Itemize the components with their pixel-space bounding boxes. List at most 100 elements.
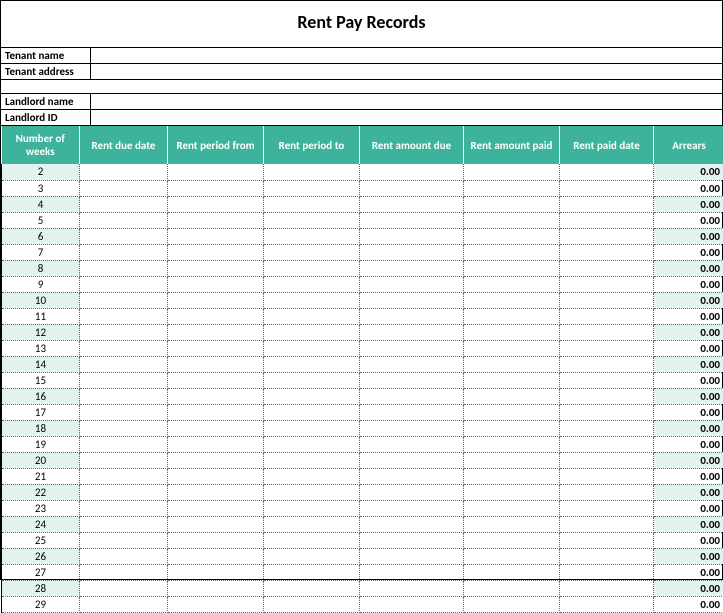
- cell-period-to[interactable]: [264, 276, 360, 292]
- cell-period-from[interactable]: [168, 436, 264, 452]
- cell-week[interactable]: 6: [2, 228, 80, 244]
- cell-due-date[interactable]: [80, 484, 168, 500]
- cell-amount-paid[interactable]: [464, 372, 560, 388]
- cell-period-to[interactable]: [264, 340, 360, 356]
- cell-amount-due[interactable]: [360, 212, 464, 228]
- cell-period-from[interactable]: [168, 564, 264, 580]
- cell-period-from[interactable]: [168, 452, 264, 468]
- cell-amount-due[interactable]: [360, 340, 464, 356]
- cell-arrears[interactable]: 0.00: [654, 372, 723, 388]
- cell-period-from[interactable]: [168, 292, 264, 308]
- cell-amount-due[interactable]: [360, 292, 464, 308]
- cell-period-to[interactable]: [264, 212, 360, 228]
- cell-amount-paid[interactable]: [464, 164, 560, 180]
- cell-amount-due[interactable]: [360, 180, 464, 196]
- cell-amount-due[interactable]: [360, 196, 464, 212]
- cell-due-date[interactable]: [80, 580, 168, 596]
- cell-week[interactable]: 4: [2, 196, 80, 212]
- cell-period-to[interactable]: [264, 164, 360, 180]
- cell-arrears[interactable]: 0.00: [654, 548, 723, 564]
- cell-due-date[interactable]: [80, 196, 168, 212]
- cell-paid-date[interactable]: [560, 468, 654, 484]
- cell-amount-paid[interactable]: [464, 244, 560, 260]
- cell-period-from[interactable]: [168, 260, 264, 276]
- cell-period-from[interactable]: [168, 532, 264, 548]
- cell-paid-date[interactable]: [560, 548, 654, 564]
- cell-arrears[interactable]: 0.00: [654, 580, 723, 596]
- cell-period-to[interactable]: [264, 244, 360, 260]
- cell-due-date[interactable]: [80, 228, 168, 244]
- cell-amount-due[interactable]: [360, 388, 464, 404]
- cell-period-to[interactable]: [264, 260, 360, 276]
- cell-period-to[interactable]: [264, 548, 360, 564]
- cell-due-date[interactable]: [80, 516, 168, 532]
- cell-amount-paid[interactable]: [464, 388, 560, 404]
- cell-week[interactable]: 23: [2, 500, 80, 516]
- cell-arrears[interactable]: 0.00: [654, 260, 723, 276]
- cell-paid-date[interactable]: [560, 196, 654, 212]
- cell-period-from[interactable]: [168, 164, 264, 180]
- cell-amount-paid[interactable]: [464, 484, 560, 500]
- cell-period-from[interactable]: [168, 500, 264, 516]
- cell-amount-paid[interactable]: [464, 292, 560, 308]
- cell-amount-due[interactable]: [360, 228, 464, 244]
- cell-period-from[interactable]: [168, 244, 264, 260]
- cell-amount-due[interactable]: [360, 164, 464, 180]
- cell-period-to[interactable]: [264, 196, 360, 212]
- cell-due-date[interactable]: [80, 276, 168, 292]
- cell-week[interactable]: 16: [2, 388, 80, 404]
- cell-paid-date[interactable]: [560, 308, 654, 324]
- cell-due-date[interactable]: [80, 564, 168, 580]
- cell-due-date[interactable]: [80, 308, 168, 324]
- cell-week[interactable]: 8: [2, 260, 80, 276]
- cell-due-date[interactable]: [80, 500, 168, 516]
- cell-paid-date[interactable]: [560, 212, 654, 228]
- cell-amount-paid[interactable]: [464, 500, 560, 516]
- cell-period-to[interactable]: [264, 356, 360, 372]
- cell-period-to[interactable]: [264, 372, 360, 388]
- landlord-name-value[interactable]: [91, 94, 722, 109]
- cell-amount-due[interactable]: [360, 452, 464, 468]
- cell-amount-due[interactable]: [360, 372, 464, 388]
- cell-due-date[interactable]: [80, 548, 168, 564]
- cell-arrears[interactable]: 0.00: [654, 388, 723, 404]
- cell-week[interactable]: 13: [2, 340, 80, 356]
- cell-paid-date[interactable]: [560, 244, 654, 260]
- cell-amount-paid[interactable]: [464, 452, 560, 468]
- cell-paid-date[interactable]: [560, 324, 654, 340]
- cell-arrears[interactable]: 0.00: [654, 212, 723, 228]
- cell-amount-due[interactable]: [360, 564, 464, 580]
- cell-paid-date[interactable]: [560, 292, 654, 308]
- cell-period-from[interactable]: [168, 388, 264, 404]
- cell-paid-date[interactable]: [560, 228, 654, 244]
- landlord-id-value[interactable]: [91, 110, 722, 125]
- cell-week[interactable]: 14: [2, 356, 80, 372]
- cell-due-date[interactable]: [80, 340, 168, 356]
- cell-period-to[interactable]: [264, 180, 360, 196]
- cell-amount-due[interactable]: [360, 532, 464, 548]
- cell-due-date[interactable]: [80, 596, 168, 612]
- cell-due-date[interactable]: [80, 180, 168, 196]
- cell-period-to[interactable]: [264, 452, 360, 468]
- cell-arrears[interactable]: 0.00: [654, 500, 723, 516]
- cell-period-to[interactable]: [264, 580, 360, 596]
- cell-arrears[interactable]: 0.00: [654, 228, 723, 244]
- cell-arrears[interactable]: 0.00: [654, 244, 723, 260]
- cell-amount-due[interactable]: [360, 244, 464, 260]
- cell-amount-paid[interactable]: [464, 436, 560, 452]
- cell-period-to[interactable]: [264, 532, 360, 548]
- cell-arrears[interactable]: 0.00: [654, 484, 723, 500]
- cell-due-date[interactable]: [80, 452, 168, 468]
- cell-arrears[interactable]: 0.00: [654, 324, 723, 340]
- cell-due-date[interactable]: [80, 420, 168, 436]
- cell-paid-date[interactable]: [560, 500, 654, 516]
- cell-paid-date[interactable]: [560, 340, 654, 356]
- cell-paid-date[interactable]: [560, 356, 654, 372]
- cell-week[interactable]: 12: [2, 324, 80, 340]
- cell-amount-paid[interactable]: [464, 212, 560, 228]
- cell-amount-due[interactable]: [360, 404, 464, 420]
- cell-week[interactable]: 18: [2, 420, 80, 436]
- cell-arrears[interactable]: 0.00: [654, 276, 723, 292]
- cell-amount-paid[interactable]: [464, 548, 560, 564]
- cell-due-date[interactable]: [80, 324, 168, 340]
